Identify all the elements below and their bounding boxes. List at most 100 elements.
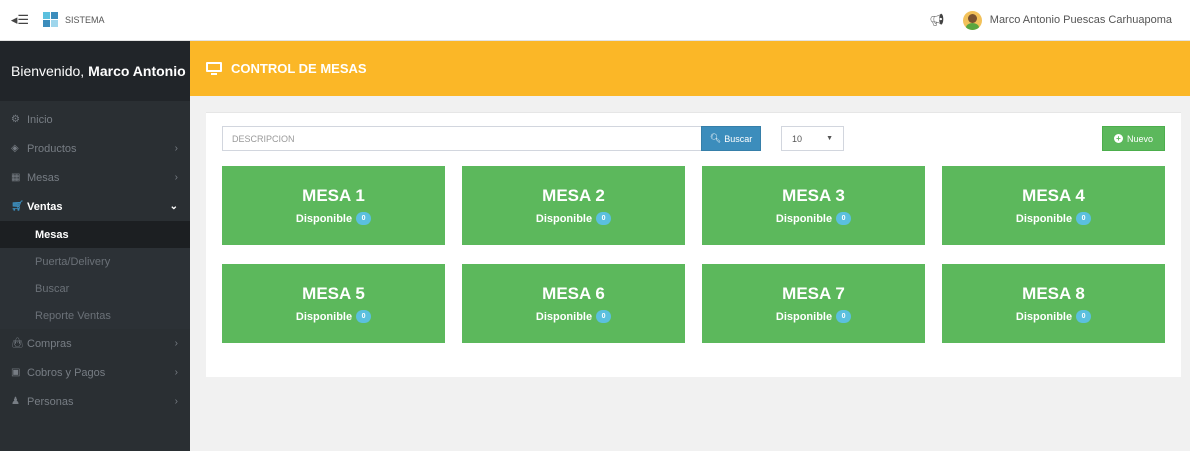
shopping-bag-icon: 👜︎ <box>11 338 24 349</box>
cube-icon: ◈ <box>11 143 19 154</box>
mesa-status: Disponible 0 <box>535 212 612 225</box>
mesa-name: MESA 5 <box>302 284 365 303</box>
sidebar-item-productos[interactable]: ◈ Productos › <box>0 134 190 163</box>
mesas-grid: MESA 1 Disponible 0 MESA 2 Disponible 0 … <box>222 166 1165 343</box>
mesa-status-label: Disponible <box>775 310 833 323</box>
mesa-card-7[interactable]: MESA 7 Disponible 0 <box>702 264 925 343</box>
mesa-status: Disponible 0 <box>775 310 852 323</box>
welcome-name: Marco Antonio <box>88 63 186 79</box>
mesas-panel: 🔍︎ Buscar 10 ▼ + Nuevo MESA 1 Disponible… <box>206 112 1181 377</box>
mesa-status: Disponible 0 <box>295 310 372 323</box>
mesa-status-label: Disponible <box>1015 212 1073 225</box>
sidebar-item-label: Personas <box>27 395 74 408</box>
chevron-right-icon: › <box>174 172 178 183</box>
order-count-badge: 0 <box>1076 310 1092 323</box>
mesa-card-3[interactable]: MESA 3 Disponible 0 <box>702 166 925 245</box>
top-navbar: ◂☰ SISTEMA 📢︎ Marco Antonio Puescas Carh… <box>0 0 1190 41</box>
page-title: CONTROL DE MESAS <box>231 61 367 76</box>
sidebar-item-ventas[interactable]: 🛒︎ Ventas ⌄ <box>0 192 190 221</box>
chevron-right-icon: › <box>174 367 178 378</box>
mesa-card-5[interactable]: MESA 5 Disponible 0 <box>222 264 445 343</box>
brand-name: SISTEMA <box>65 15 105 25</box>
order-count-badge: 0 <box>596 212 612 225</box>
order-count-badge: 0 <box>1076 212 1092 225</box>
mesa-name: MESA 7 <box>782 284 845 303</box>
mesa-name: MESA 2 <box>542 186 605 205</box>
mesa-status: Disponible 0 <box>295 212 372 225</box>
sidebar-item-label: Inicio <box>27 113 53 126</box>
search-button[interactable]: 🔍︎ Buscar <box>701 126 761 151</box>
search-input[interactable] <box>222 126 701 151</box>
mesa-name: MESA 8 <box>1022 284 1085 303</box>
user-menu[interactable]: Marco Antonio Puescas Carhuapoma <box>957 10 1190 30</box>
order-count-badge: 0 <box>356 310 372 323</box>
mesa-status-label: Disponible <box>295 310 353 323</box>
mesa-status-label: Disponible <box>1015 310 1073 323</box>
mesa-status-label: Disponible <box>535 310 593 323</box>
sidebar-item-cobros-pagos[interactable]: ▣ Cobros y Pagos › <box>0 358 190 387</box>
mesa-status: Disponible 0 <box>535 310 612 323</box>
sidebar-item-label: Mesas <box>27 171 60 184</box>
sidebar-toggle-button[interactable]: ◂☰ <box>0 0 40 41</box>
brand[interactable]: SISTEMA <box>43 12 105 28</box>
sidebar-item-mesas[interactable]: ▦ Mesas › <box>0 163 190 192</box>
user-name: Marco Antonio Puescas Carhuapoma <box>989 14 1172 26</box>
sidebar: Bienvenido, Marco Antonio ⚙︎ Inicio ◈ Pr… <box>0 41 190 451</box>
sidebar-item-personas[interactable]: ♟︎ Personas › <box>0 387 190 416</box>
order-count-badge: 0 <box>596 310 612 323</box>
chevron-right-icon: › <box>174 143 178 154</box>
grid-icon: ▦ <box>11 172 21 183</box>
mesa-card-2[interactable]: MESA 2 Disponible 0 <box>462 166 685 245</box>
mesa-name: MESA 6 <box>542 284 605 303</box>
mesa-card-8[interactable]: MESA 8 Disponible 0 <box>942 264 1165 343</box>
avatar <box>962 10 982 30</box>
search-icon: 🔍︎ <box>709 133 722 143</box>
page-size-value: 10 <box>792 133 803 144</box>
mesa-status: Disponible 0 <box>1015 310 1092 323</box>
content-header: CONTROL DE MESAS <box>190 41 1190 96</box>
chevron-right-icon: › <box>174 396 178 407</box>
order-count-badge: 0 <box>356 212 372 225</box>
mesa-status-label: Disponible <box>775 212 833 225</box>
sidebar-item-compras[interactable]: 👜︎ Compras › <box>0 329 190 358</box>
mesa-status-label: Disponible <box>295 212 353 225</box>
chevron-right-icon: › <box>174 338 178 349</box>
cart-icon: 🛒︎ <box>11 201 24 212</box>
mesa-card-6[interactable]: MESA 6 Disponible 0 <box>462 264 685 343</box>
dashboard-icon: ⚙︎ <box>11 114 20 125</box>
page-size-select[interactable]: 10 ▼ <box>781 126 844 151</box>
mesa-name: MESA 4 <box>1022 186 1085 205</box>
mesa-status-label: Disponible <box>535 212 593 225</box>
welcome-prefix: Bienvenido, <box>11 63 85 79</box>
submenu-item-mesas[interactable]: Mesas <box>0 221 190 248</box>
notifications-button[interactable]: 📢︎ <box>917 13 957 27</box>
mesa-name: MESA 1 <box>302 186 365 205</box>
brand-logo-icon <box>43 12 59 28</box>
welcome-panel: Bienvenido, Marco Antonio <box>0 41 190 101</box>
chevron-down-icon: ⌄ <box>169 201 178 212</box>
mesa-card-4[interactable]: MESA 4 Disponible 0 <box>942 166 1165 245</box>
new-button-label: Nuevo <box>1126 133 1153 144</box>
submenu-item-reporte-ventas[interactable]: Reporte Ventas <box>0 302 190 329</box>
mesa-card-1[interactable]: MESA 1 Disponible 0 <box>222 166 445 245</box>
mesa-status: Disponible 0 <box>775 212 852 225</box>
submenu-item-buscar[interactable]: Buscar <box>0 275 190 302</box>
money-icon: ▣ <box>11 367 21 378</box>
ventas-submenu: Mesas Puerta/Delivery Buscar Reporte Ven… <box>0 221 190 329</box>
order-count-badge: 0 <box>836 212 852 225</box>
order-count-badge: 0 <box>836 310 852 323</box>
submenu-item-puerta-delivery[interactable]: Puerta/Delivery <box>0 248 190 275</box>
sidebar-item-inicio[interactable]: ⚙︎ Inicio <box>0 105 190 134</box>
mesa-name: MESA 3 <box>782 186 845 205</box>
user-icon: ♟︎ <box>11 396 20 407</box>
new-button[interactable]: + Nuevo <box>1102 126 1165 151</box>
mesa-status: Disponible 0 <box>1015 212 1092 225</box>
plus-circle-icon: + <box>1113 134 1123 143</box>
desktop-icon <box>206 62 222 75</box>
menu-collapse-icon: ◂☰ <box>10 12 30 27</box>
sidebar-item-label: Ventas <box>27 200 63 213</box>
caret-down-icon: ▼ <box>826 135 833 142</box>
bullhorn-icon: 📢︎ <box>929 13 945 27</box>
sidebar-item-label: Productos <box>27 142 77 155</box>
sidebar-item-label: Cobros y Pagos <box>27 366 106 379</box>
